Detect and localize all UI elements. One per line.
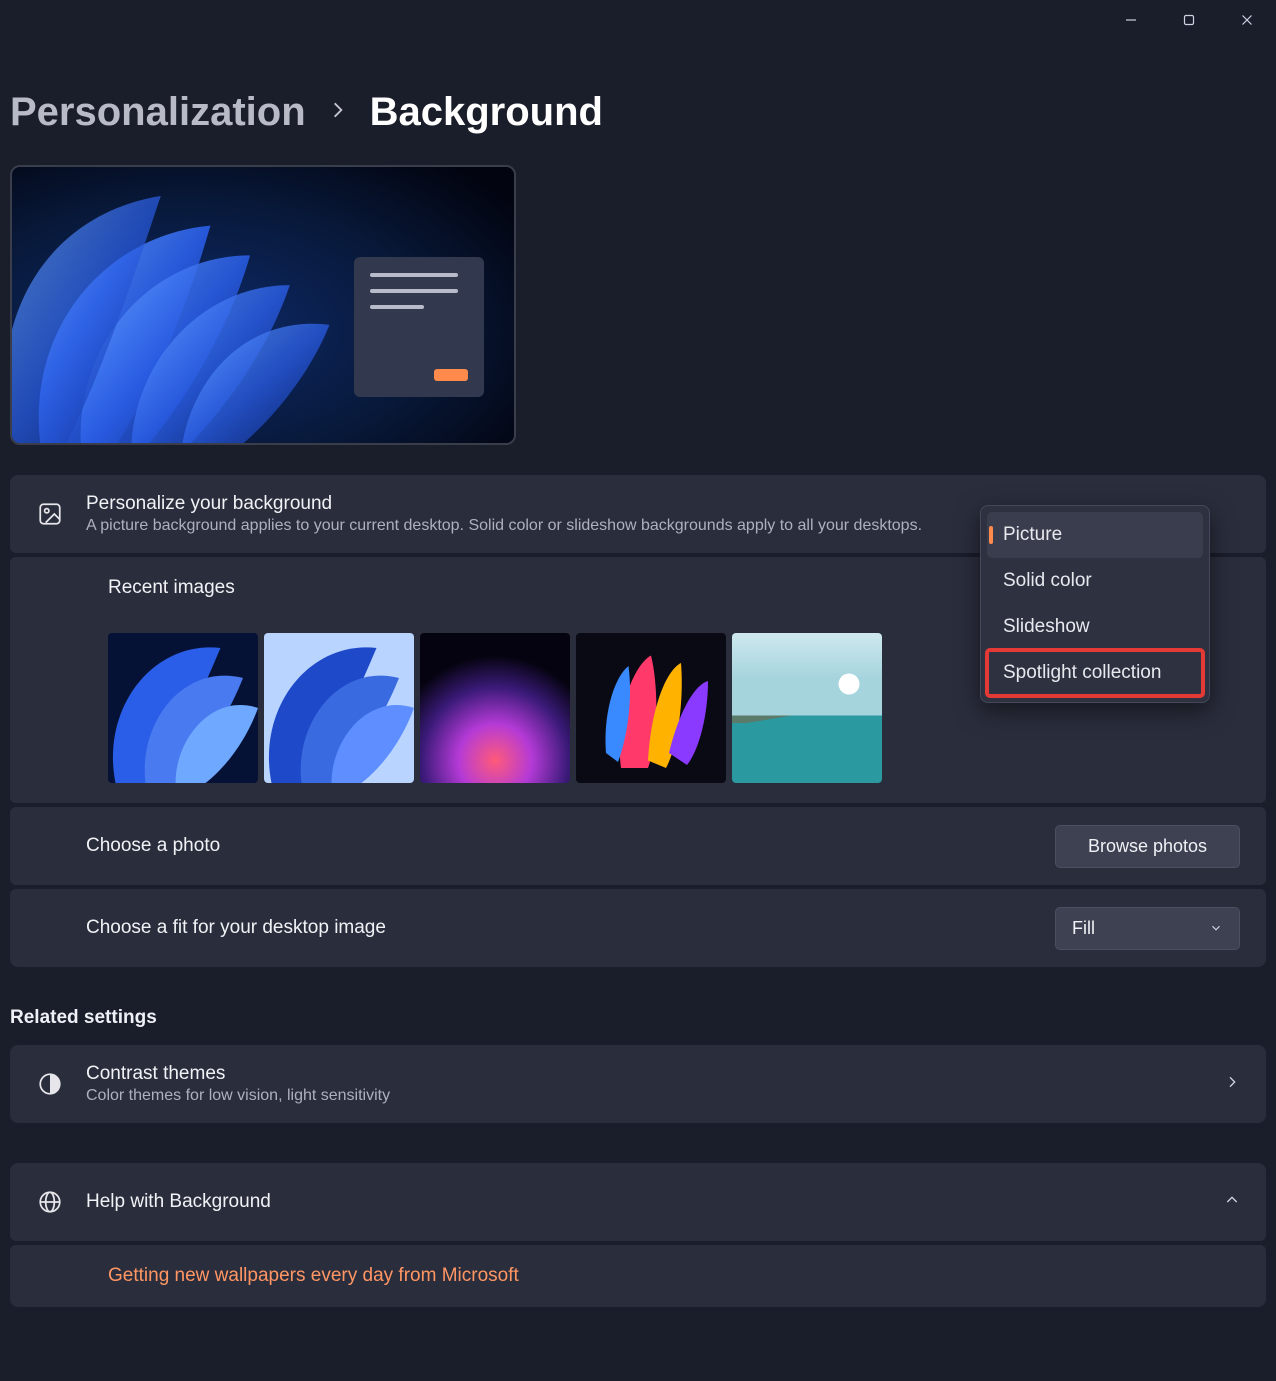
- choose-fit-row: Choose a fit for your desktop image Fill: [10, 889, 1266, 967]
- dropdown-option-solid-color[interactable]: Solid color: [987, 558, 1203, 604]
- recent-image-thumbnail[interactable]: [264, 633, 414, 783]
- background-type-dropdown: Picture Solid color Slideshow Spotlight …: [980, 505, 1210, 703]
- chevron-right-icon: [1224, 1074, 1240, 1095]
- breadcrumb-current: Background: [370, 90, 603, 135]
- personalize-description: A picture background applies to your cur…: [86, 517, 936, 535]
- fit-select-value: Fill: [1072, 918, 1095, 939]
- dropdown-option-spotlight-collection[interactable]: Spotlight collection: [987, 650, 1203, 696]
- contrast-sub: Color themes for low vision, light sensi…: [86, 1087, 936, 1105]
- chevron-up-icon: [1224, 1192, 1240, 1213]
- preview-sample-window: [354, 257, 484, 397]
- recent-images-label: Recent images: [108, 577, 235, 599]
- dropdown-option-slideshow[interactable]: Slideshow: [987, 604, 1203, 650]
- close-button[interactable]: [1218, 2, 1276, 38]
- browse-photos-button[interactable]: Browse photos: [1055, 825, 1240, 868]
- contrast-title: Contrast themes: [86, 1063, 1202, 1085]
- maximize-button[interactable]: [1160, 2, 1218, 38]
- chevron-right-icon: [328, 100, 348, 125]
- breadcrumb-parent[interactable]: Personalization: [10, 90, 306, 135]
- recent-image-thumbnail[interactable]: [732, 633, 882, 783]
- dropdown-option-picture[interactable]: Picture: [987, 512, 1203, 558]
- recent-image-thumbnail[interactable]: [576, 633, 726, 783]
- contrast-themes-row[interactable]: Contrast themes Color themes for low vis…: [10, 1045, 1266, 1123]
- help-link-row: Getting new wallpapers every day from Mi…: [10, 1245, 1266, 1307]
- titlebar: [0, 0, 1276, 40]
- help-link[interactable]: Getting new wallpapers every day from Mi…: [108, 1245, 519, 1307]
- help-title: Help with Background: [86, 1191, 1202, 1213]
- fit-select[interactable]: Fill: [1055, 907, 1240, 950]
- chevron-down-icon: [1209, 921, 1223, 935]
- choose-fit-label: Choose a fit for your desktop image: [86, 917, 1033, 939]
- help-row[interactable]: Help with Background: [10, 1163, 1266, 1241]
- desktop-preview: [10, 165, 516, 445]
- choose-photo-row: Choose a photo Browse photos: [10, 807, 1266, 885]
- minimize-button[interactable]: [1102, 2, 1160, 38]
- accent-color-swatch: [434, 369, 468, 381]
- globe-icon: [36, 1189, 64, 1215]
- choose-photo-label: Choose a photo: [86, 835, 1033, 857]
- recent-image-thumbnail[interactable]: [108, 633, 258, 783]
- picture-icon: [36, 501, 64, 527]
- contrast-icon: [36, 1071, 64, 1097]
- related-settings-heading: Related settings: [10, 1007, 1266, 1029]
- recent-image-thumbnail[interactable]: [420, 633, 570, 783]
- breadcrumb: Personalization Background: [10, 90, 1266, 135]
